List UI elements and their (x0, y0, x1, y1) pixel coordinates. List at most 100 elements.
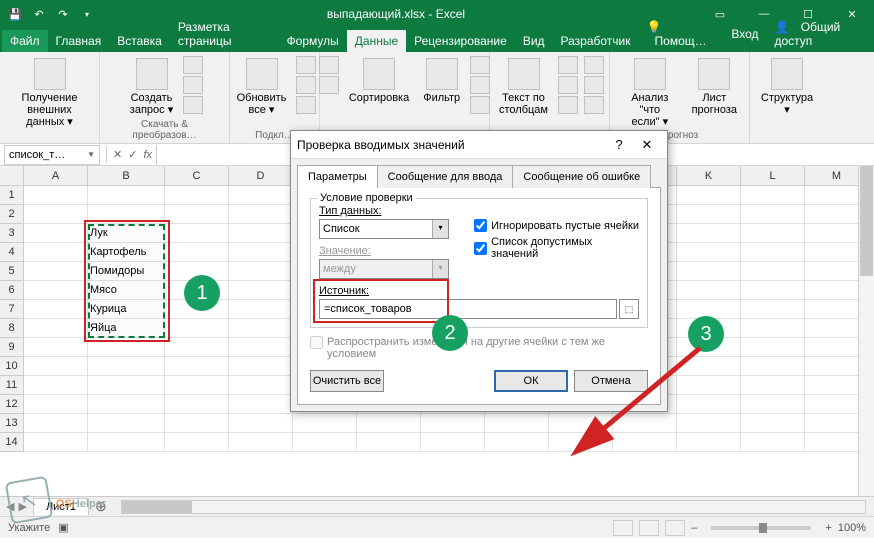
vertical-scrollbar[interactable] (858, 166, 874, 496)
name-box[interactable]: список_т…▼ (4, 145, 100, 165)
cell[interactable] (165, 376, 229, 395)
cancel-button[interactable]: Отмена (574, 370, 648, 392)
col-header[interactable]: A (24, 166, 88, 185)
filter-button[interactable]: Фильтр (419, 56, 464, 106)
normal-view-icon[interactable] (613, 520, 633, 536)
fx-icon[interactable]: fx (143, 149, 152, 161)
cell[interactable] (165, 338, 229, 357)
redo-icon[interactable]: ↷ (56, 7, 70, 21)
show-queries-icon[interactable] (183, 56, 203, 74)
cell[interactable] (24, 395, 88, 414)
tab-error-alert[interactable]: Сообщение об ошибке (512, 165, 651, 188)
get-external-data-button[interactable]: Получение внешних данных ▾ (8, 56, 91, 130)
cell[interactable] (229, 186, 293, 205)
allow-dropdown[interactable]: Список▾ (319, 219, 449, 239)
cell[interactable] (741, 300, 805, 319)
cell[interactable] (165, 224, 229, 243)
cell[interactable] (24, 414, 88, 433)
cell[interactable] (741, 414, 805, 433)
tab-page-layout[interactable]: Разметка страницы (170, 16, 279, 52)
close-icon[interactable]: ✕ (633, 137, 661, 153)
row-header[interactable]: 14 (0, 433, 24, 452)
in-cell-dropdown-checkbox[interactable]: Список допустимых значений (474, 236, 639, 260)
tab-developer[interactable]: Разработчик (553, 30, 639, 52)
cell[interactable] (229, 205, 293, 224)
cell[interactable] (165, 243, 229, 262)
page-break-view-icon[interactable] (665, 520, 685, 536)
cell[interactable] (229, 243, 293, 262)
row-header[interactable]: 5 (0, 262, 24, 281)
save-icon[interactable]: 💾 (8, 7, 22, 21)
tell-me[interactable]: 💡 Помощ… (639, 16, 724, 52)
cell[interactable] (421, 414, 485, 433)
cell[interactable] (229, 262, 293, 281)
tab-data[interactable]: Данные (347, 30, 406, 52)
cell[interactable] (677, 243, 741, 262)
cell[interactable] (741, 395, 805, 414)
cell[interactable] (613, 414, 677, 433)
qat-more-icon[interactable]: ▾ (80, 7, 94, 21)
cell[interactable] (229, 338, 293, 357)
cell[interactable] (24, 357, 88, 376)
col-header[interactable]: L (741, 166, 805, 185)
relationships-icon[interactable] (584, 76, 604, 94)
cell[interactable] (24, 186, 88, 205)
row-header[interactable]: 11 (0, 376, 24, 395)
forecast-sheet-button[interactable]: Лист прогноза (688, 56, 741, 118)
sort-az-icon[interactable] (319, 56, 339, 74)
cell[interactable]: Яйца (88, 319, 165, 338)
cell[interactable] (24, 281, 88, 300)
cell[interactable] (88, 357, 165, 376)
reapply-icon[interactable] (470, 76, 490, 94)
cell[interactable] (24, 338, 88, 357)
select-all-corner[interactable] (0, 166, 24, 185)
zoom-out-button[interactable]: – (691, 522, 697, 534)
cell[interactable] (88, 414, 165, 433)
row-header[interactable]: 6 (0, 281, 24, 300)
cell[interactable] (677, 186, 741, 205)
cell[interactable] (741, 281, 805, 300)
tab-home[interactable]: Главная (48, 30, 110, 52)
cell[interactable] (88, 433, 165, 452)
cell[interactable] (229, 319, 293, 338)
cell[interactable] (741, 224, 805, 243)
text-to-columns-button[interactable]: Текст по столбцам (495, 56, 552, 118)
row-header[interactable]: 3 (0, 224, 24, 243)
cell[interactable] (741, 262, 805, 281)
cell[interactable] (165, 433, 229, 452)
cell[interactable] (485, 433, 549, 452)
sort-za-icon[interactable] (319, 76, 339, 94)
cell[interactable] (229, 224, 293, 243)
cell[interactable] (357, 433, 421, 452)
cell[interactable] (88, 205, 165, 224)
cell[interactable] (549, 414, 613, 433)
new-query-button[interactable]: Создать запрос ▾ (126, 56, 177, 118)
cell[interactable] (165, 319, 229, 338)
tab-formulas[interactable]: Формулы (279, 30, 347, 52)
from-table-icon[interactable] (183, 76, 203, 94)
cell[interactable] (165, 395, 229, 414)
cell[interactable] (24, 376, 88, 395)
tab-file[interactable]: Файл (2, 30, 48, 52)
tab-view[interactable]: Вид (515, 30, 553, 52)
ok-button[interactable]: ОК (494, 370, 568, 392)
cell[interactable] (677, 414, 741, 433)
horizontal-scrollbar[interactable] (121, 500, 866, 514)
cell[interactable] (677, 224, 741, 243)
data-validation-icon[interactable] (558, 96, 578, 114)
sort-button[interactable]: Сортировка (345, 56, 413, 106)
col-header[interactable]: B (88, 166, 165, 185)
cell[interactable]: Лук (88, 224, 165, 243)
cell[interactable] (88, 338, 165, 357)
cell[interactable] (88, 376, 165, 395)
row-header[interactable]: 12 (0, 395, 24, 414)
cell[interactable] (677, 357, 741, 376)
cell[interactable] (293, 414, 357, 433)
scrollbar-thumb[interactable] (122, 501, 192, 513)
cell[interactable] (229, 395, 293, 414)
sign-in[interactable]: Вход (723, 23, 766, 45)
cell[interactable] (229, 300, 293, 319)
cell[interactable] (88, 395, 165, 414)
cell[interactable]: Курица (88, 300, 165, 319)
help-icon[interactable]: ? (605, 137, 633, 152)
